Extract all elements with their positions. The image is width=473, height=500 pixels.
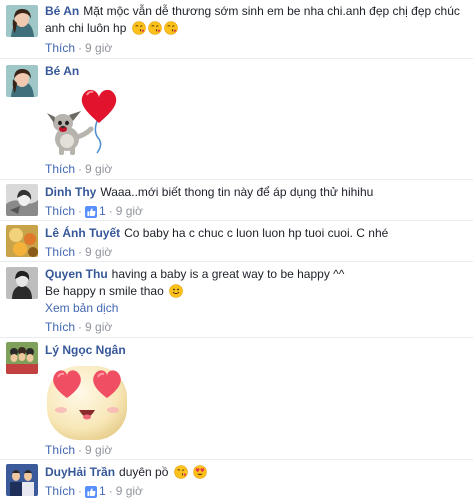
- comment-meta: Thích · 9 giờ: [45, 245, 113, 259]
- heart-eyes-emoji-icon: [193, 465, 207, 479]
- comment-header: Bé An: [45, 63, 469, 80]
- timestamp[interactable]: 9 giờ: [116, 204, 143, 218]
- comment-author[interactable]: Lê Ánh Tuyết: [45, 226, 120, 240]
- timestamp[interactable]: 9 giờ: [85, 245, 112, 259]
- kiss-emoji-icon: [131, 21, 146, 35]
- timestamp[interactable]: 9 giờ: [85, 162, 112, 176]
- comment-meta: Thích · 9 giờ: [45, 320, 113, 334]
- like-thumb-icon: [85, 206, 98, 218]
- divider: [0, 337, 473, 338]
- like-link[interactable]: Thích: [45, 320, 75, 334]
- avatar-le-anh-tuyet[interactable]: [6, 225, 38, 257]
- like-count[interactable]: 1: [99, 484, 106, 498]
- comment-text: DuyHải Trần duyên pồ: [45, 464, 469, 481]
- divider: [0, 459, 473, 460]
- like-link[interactable]: Thích: [45, 162, 75, 176]
- divider: [0, 179, 473, 180]
- like-link[interactable]: Thích: [45, 484, 75, 498]
- avatar-be-an[interactable]: [6, 5, 38, 37]
- like-thumb-icon: [85, 486, 98, 498]
- avatar-ly-ngoc-ngan[interactable]: [6, 342, 38, 374]
- divider: [0, 58, 473, 59]
- comment-meta: Thích · 1 · 9 giờ: [45, 484, 143, 498]
- comment-meta: Thích · 9 giờ: [45, 162, 113, 176]
- comment-text-line-2: Be happy n smile thao: [45, 283, 469, 300]
- avatar-dinh-thy[interactable]: [6, 184, 38, 216]
- comment-meta: Thích · 1 · 9 giờ: [45, 204, 143, 218]
- divider: [0, 220, 473, 221]
- like-link[interactable]: Thích: [45, 443, 75, 457]
- comment-author[interactable]: Quyen Thu: [45, 267, 108, 281]
- comment-meta: Thích · 9 giờ: [45, 443, 113, 457]
- divider: [0, 261, 473, 262]
- avatar-quyen-thu[interactable]: [6, 267, 38, 299]
- kiss-emoji-icon: [173, 465, 188, 479]
- avatar-be-an[interactable]: [6, 65, 38, 97]
- kiss-emoji-icon: [147, 21, 162, 35]
- timestamp[interactable]: 9 giờ: [116, 484, 143, 498]
- avatar-duy-hai-tran[interactable]: [6, 464, 38, 496]
- kiss-emoji-icon: [163, 21, 178, 35]
- smile-emoji-icon: [169, 284, 183, 298]
- like-count[interactable]: 1: [99, 204, 106, 218]
- sticker-heart-eyes-emoji: [45, 360, 135, 442]
- comment-author[interactable]: Bé An: [45, 4, 79, 18]
- timestamp[interactable]: 9 giờ: [85, 443, 112, 457]
- comment-text-line-2: anh chi luôn hp: [45, 20, 469, 37]
- timestamp[interactable]: 9 giờ: [85, 320, 112, 334]
- comment-header: Lý Ngọc Ngân: [45, 342, 469, 359]
- comment-meta: Thích · 9 giờ: [45, 41, 113, 55]
- comment-author[interactable]: Lý Ngọc Ngân: [45, 343, 126, 357]
- comment-text: Quyen Thu having a baby is a great way to…: [45, 267, 345, 281]
- sticker-dog-heart-balloon: [45, 81, 125, 161]
- timestamp[interactable]: 9 giờ: [85, 41, 112, 55]
- like-link[interactable]: Thích: [45, 41, 75, 55]
- like-link[interactable]: Thích: [45, 204, 75, 218]
- comment-text: Lê Ánh Tuyết Co baby ha c chuc c luon luo…: [45, 226, 389, 240]
- like-link[interactable]: Thích: [45, 245, 75, 259]
- comment-author[interactable]: Dinh Thy: [45, 185, 96, 199]
- see-translation-link[interactable]: Xem bản dịch: [45, 300, 469, 317]
- comment-text: Dinh Thy Waaa..mới biết thong tin này để …: [45, 185, 374, 199]
- comment-author[interactable]: DuyHải Trần: [45, 465, 115, 479]
- comment-author[interactable]: Bé An: [45, 64, 79, 78]
- comment-text: Bé An Mặt mộc vẫn dễ thương sớm sinh em b…: [45, 4, 460, 18]
